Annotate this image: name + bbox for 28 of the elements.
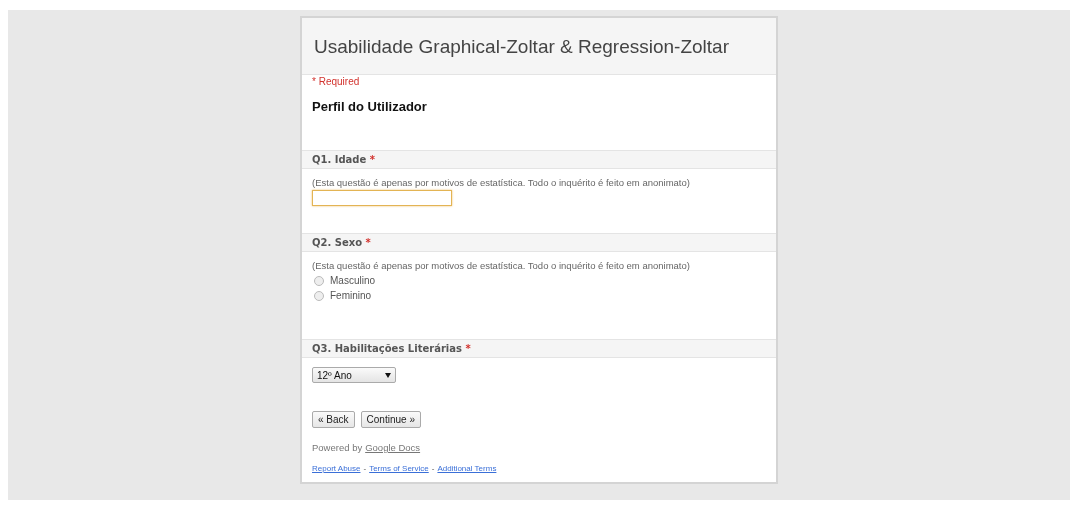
google-docs-link[interactable]: Google Docs xyxy=(365,442,421,453)
required-mark: * xyxy=(369,154,376,165)
required-note: * Required xyxy=(311,76,361,87)
question-label: Q2. Sexo xyxy=(312,237,363,248)
question-label: Q1. Idade xyxy=(312,154,367,165)
question-help: (Esta questão é apenas por motivos de estatística. Todo o inquérito é feito em anonimato) xyxy=(311,177,691,188)
link-separator: - xyxy=(431,464,435,473)
radio-label: Masculino xyxy=(330,275,376,286)
caret-icon xyxy=(385,372,391,378)
dropdown[interactable]: 12º Ano xyxy=(312,367,396,383)
powered-by-text: Powered by xyxy=(312,442,363,453)
continue-button[interactable]: Continue » xyxy=(360,411,421,428)
footer-link[interactable]: Additional Terms xyxy=(437,464,497,473)
section-title: Perfil do Utilizador xyxy=(312,99,428,114)
question-help: (Esta questão é apenas por motivos de estatística. Todo o inquérito é feito em anonimato) xyxy=(311,260,691,271)
back-button[interactable]: « Back xyxy=(312,411,355,428)
answer-field[interactable] xyxy=(312,190,452,206)
radio-label: Feminino xyxy=(330,290,372,301)
form-title: Usabilidade Graphical-Zoltar & Regression-Zoltar xyxy=(314,36,730,58)
footer-link[interactable]: Terms of Service xyxy=(369,464,429,473)
dropdown-value: 12º Ano xyxy=(317,369,352,381)
footer-link[interactable]: Report Abuse xyxy=(312,464,361,473)
question-label: Q3. Habilitações Literárias xyxy=(312,343,462,354)
required-mark: * xyxy=(465,343,471,354)
radio-button[interactable] xyxy=(314,290,324,301)
link-separator: - xyxy=(363,464,367,473)
required-mark: * xyxy=(365,237,371,248)
radio-button[interactable] xyxy=(314,275,324,286)
